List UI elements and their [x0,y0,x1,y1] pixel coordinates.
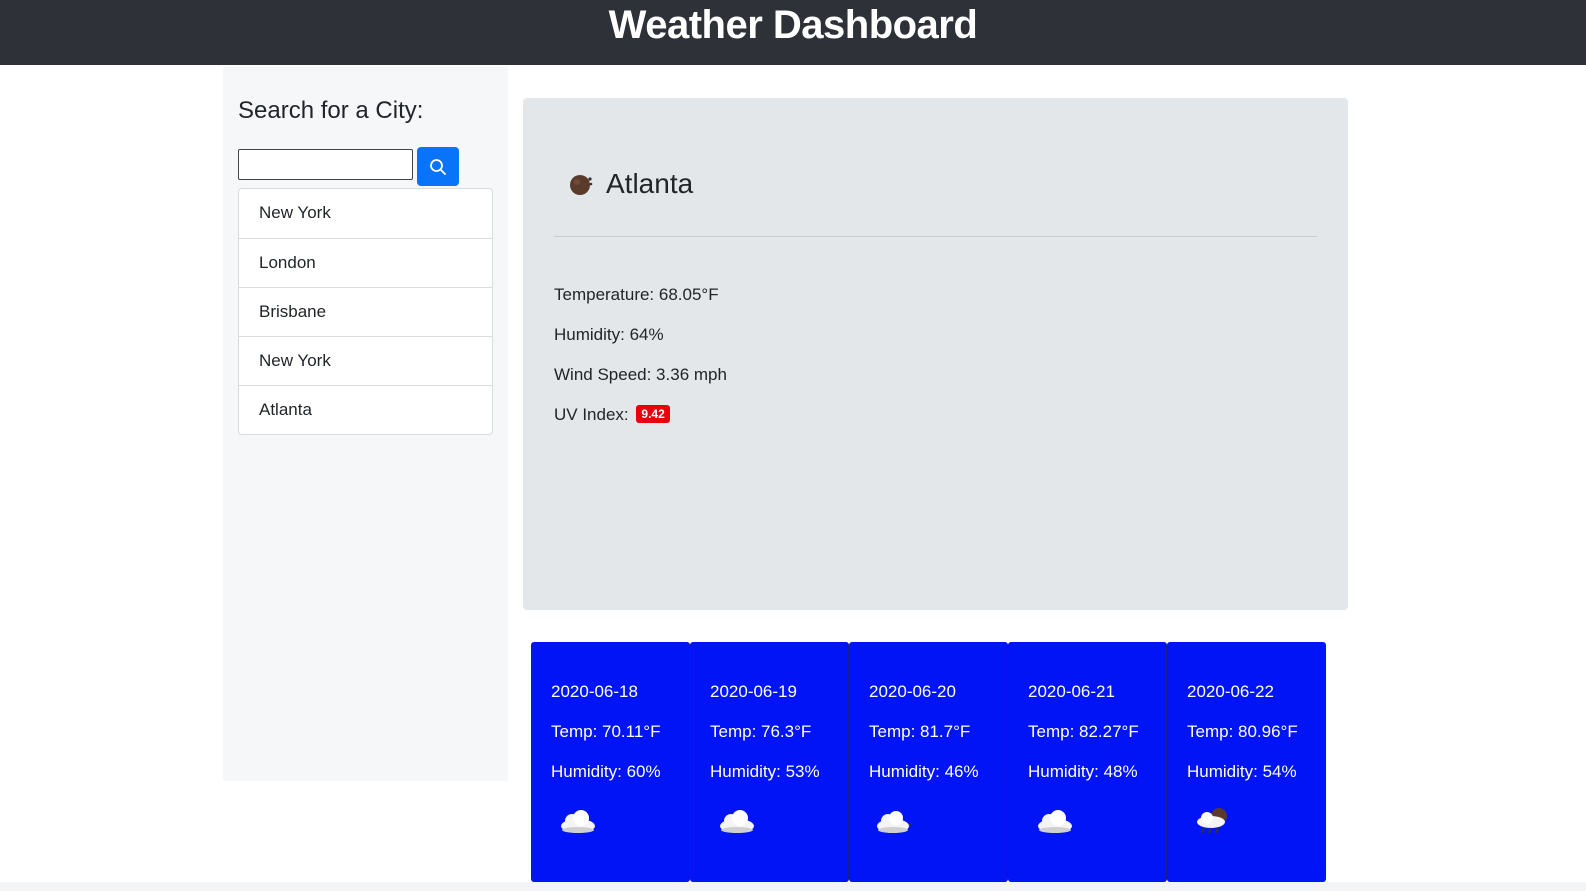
cloud-icon [720,810,754,833]
forecast-temp: Temp: 70.11°F [551,722,661,741]
city-name: Atlanta [606,168,694,199]
forecast-card: 2020-06-20 Temp: 81.7°F Humidity: 46% [849,642,1008,882]
forecast-humidity: Humidity: 60% [551,762,661,781]
city-heading: Atlanta [568,168,693,200]
uv-index-row: UV Index: 9.42 [554,405,670,425]
forecast-card: 2020-06-21 Temp: 82.27°F Humidity: 48% [1008,642,1167,882]
forecast-row: 2020-06-18 Temp: 70.11°F Humidity: 60% 2… [531,642,1326,882]
cloud-icon [561,810,595,833]
sidebar: Search for a City: New York London Brisb… [223,67,508,781]
humidity-text: Humidity: 64% [554,325,664,344]
cloud-icon [1038,810,1072,833]
history-item[interactable]: New York [239,336,492,385]
dark-moon-icon [570,175,593,195]
forecast-temp: Temp: 76.3°F [710,722,812,741]
forecast-date: 2020-06-22 [1187,682,1274,701]
page-title: Weather Dashboard [608,3,978,47]
forecast-humidity: Humidity: 54% [1187,762,1297,781]
history-item[interactable]: New York [239,189,492,238]
cloud-moon-icon [877,810,913,833]
temperature-text: Temperature: 68.05°F [554,285,719,304]
forecast-date: 2020-06-20 [869,682,956,701]
forecast-humidity: Humidity: 48% [1028,762,1138,781]
forecast-card: 2020-06-19 Temp: 76.3°F Humidity: 53% [690,642,849,882]
forecast-card: 2020-06-22 Temp: 80.96°F Humidity: 54% [1167,642,1326,882]
wind-speed-text: Wind Speed: 3.36 mph [554,365,727,384]
forecast-date: 2020-06-19 [710,682,797,701]
divider [554,236,1317,237]
current-weather-panel: Atlanta Temperature: 68.05°F Humidity: 6… [523,98,1348,610]
forecast-card: 2020-06-18 Temp: 70.11°F Humidity: 60% [531,642,690,882]
uv-index-badge: 9.42 [636,405,670,423]
uv-index-label: UV Index: [554,405,629,424]
forecast-temp: Temp: 80.96°F [1187,722,1298,741]
forecast-humidity: Humidity: 53% [710,762,820,781]
header-bar: Weather Dashboard [0,0,1586,65]
history-item[interactable]: Atlanta [239,385,492,434]
forecast-temp: Temp: 82.27°F [1028,722,1139,741]
search-history-list: New York London Brisbane New York Atlant… [238,188,493,435]
forecast-temp: Temp: 81.7°F [869,722,971,741]
history-item[interactable]: Brisbane [239,287,492,336]
page-footer-shade [0,882,1586,891]
search-heading: Search for a City: [238,97,424,124]
search-button[interactable] [417,147,459,186]
forecast-date: 2020-06-21 [1028,682,1115,701]
city-search-input[interactable] [238,149,413,180]
forecast-date: 2020-06-18 [551,682,638,701]
search-icon [430,158,446,175]
rain-cloud-icon [1197,808,1227,834]
forecast-humidity: Humidity: 46% [869,762,979,781]
history-item[interactable]: London [239,238,492,287]
